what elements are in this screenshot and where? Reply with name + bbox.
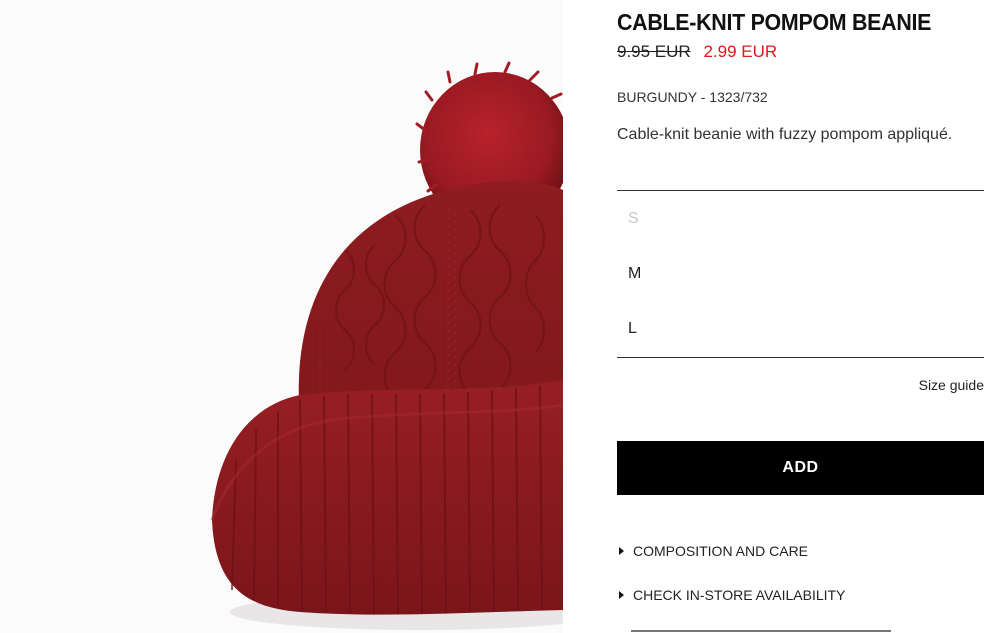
sale-price: 2.99 EUR bbox=[703, 42, 778, 61]
size-selector: S M L bbox=[617, 190, 984, 358]
accordion-label: CHECK IN-STORE AVAILABILITY bbox=[633, 587, 846, 603]
product-image[interactable] bbox=[0, 0, 563, 633]
size-option-m[interactable]: M bbox=[628, 265, 641, 283]
composition-care-toggle[interactable]: COMPOSITION AND CARE bbox=[619, 543, 808, 559]
size-option-l[interactable]: L bbox=[628, 320, 637, 338]
beanie-photo bbox=[0, 0, 563, 633]
old-price: 9.95 EUR bbox=[617, 42, 691, 61]
add-button[interactable]: ADD bbox=[617, 441, 984, 495]
product-info: CABLE-KNIT POMPOM BEANIE 9.95 EUR 2.99 E… bbox=[617, 0, 984, 633]
caret-right-icon bbox=[619, 547, 624, 555]
caret-right-icon bbox=[619, 591, 624, 599]
price-block: 9.95 EUR 2.99 EUR bbox=[617, 42, 777, 62]
cropped-accordion-item bbox=[631, 626, 891, 632]
product-description: Cable-knit beanie with fuzzy pompom appl… bbox=[617, 126, 953, 143]
store-availability-toggle[interactable]: CHECK IN-STORE AVAILABILITY bbox=[619, 587, 845, 603]
color-reference: BURGUNDY - 1323/732 bbox=[617, 89, 768, 105]
size-guide-link[interactable]: Size guide bbox=[919, 377, 984, 393]
size-option-s[interactable]: S bbox=[628, 210, 639, 228]
product-title: CABLE-KNIT POMPOM BEANIE bbox=[617, 9, 932, 35]
accordion-label: COMPOSITION AND CARE bbox=[633, 543, 809, 559]
